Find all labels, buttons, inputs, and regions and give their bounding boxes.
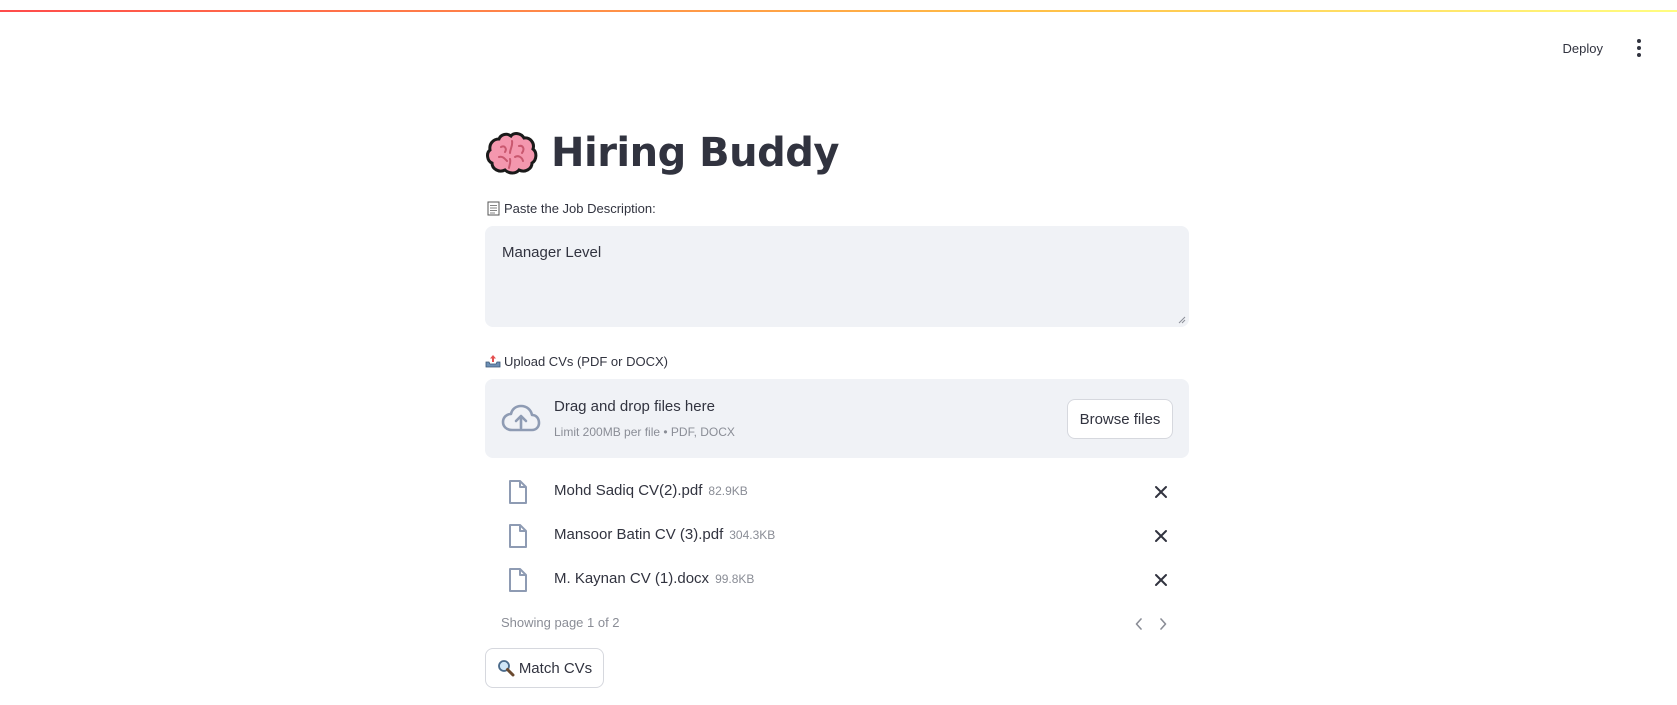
resize-handle-icon[interactable] (1178, 316, 1186, 324)
pagination-status: Showing page 1 of 2 (501, 615, 620, 630)
brain-icon (486, 132, 538, 175)
file-size: 304.3KB (729, 528, 776, 542)
job-description-label: Paste the Job Description: (485, 198, 1189, 218)
match-cvs-button[interactable]: Match CVs (485, 648, 604, 688)
magnifying-glass-icon (497, 659, 515, 677)
file-size: 82.9KB (708, 484, 748, 498)
remove-file-close-icon[interactable] (1151, 570, 1171, 590)
outbox-tray-icon (485, 353, 501, 369)
document-icon (509, 524, 527, 548)
file-row: Mansoor Batin CV (3).pdf 304.3KB (485, 514, 1189, 558)
job-description-label-text: Paste the Job Description: (504, 200, 656, 216)
document-icon (509, 568, 527, 592)
dropzone-subtitle: Limit 200MB per file • PDF, DOCX (554, 425, 735, 439)
page-title-row: Hiring Buddy (485, 120, 1189, 186)
page-title: Hiring Buddy (551, 130, 839, 176)
file-name: Mansoor Batin CV (3).pdf 304.3KB (554, 526, 776, 543)
upload-label-text: Upload CVs (PDF or DOCX) (504, 353, 668, 369)
file-name: M. Kaynan CV (1).docx 99.8KB (554, 570, 755, 587)
remove-file-close-icon[interactable] (1151, 482, 1171, 502)
cloud-upload-icon (501, 404, 541, 432)
job-description-textarea[interactable]: Manager Level (485, 226, 1189, 327)
chevron-left-icon[interactable] (1131, 615, 1147, 633)
browse-files-button[interactable]: Browse files (1067, 399, 1173, 439)
file-row: Mohd Sadiq CV(2).pdf 82.9KB (485, 470, 1189, 514)
upload-label: Upload CVs (PDF or DOCX) (485, 351, 1189, 371)
file-size: 99.8KB (715, 572, 755, 586)
file-dropzone[interactable]: Drag and drop files here Limit 200MB per… (485, 379, 1189, 458)
uploaded-file-list: Mohd Sadiq CV(2).pdf 82.9KB Mansoor Batin… (485, 470, 1189, 646)
chevron-right-icon[interactable] (1155, 615, 1171, 633)
document-icon (509, 480, 527, 504)
remove-file-close-icon[interactable] (1151, 526, 1171, 546)
top-decoration-bar (0, 10, 1677, 12)
header-toolbar: Deploy (1563, 34, 1677, 62)
main-content: Hiring Buddy Paste the Job Description: … (485, 120, 1189, 688)
match-cvs-label: Match CVs (518, 659, 593, 677)
deploy-button[interactable]: Deploy (1563, 41, 1603, 56)
page-facing-up-icon (485, 200, 501, 216)
file-pagination: Showing page 1 of 2 (485, 602, 1189, 646)
file-name: Mohd Sadiq CV(2).pdf 82.9KB (554, 482, 748, 499)
file-row: M. Kaynan CV (1).docx 99.8KB (485, 558, 1189, 602)
kebab-menu-icon[interactable] (1627, 34, 1651, 62)
job-description-value: Manager Level (502, 244, 602, 261)
dropzone-title: Drag and drop files here (554, 398, 715, 415)
